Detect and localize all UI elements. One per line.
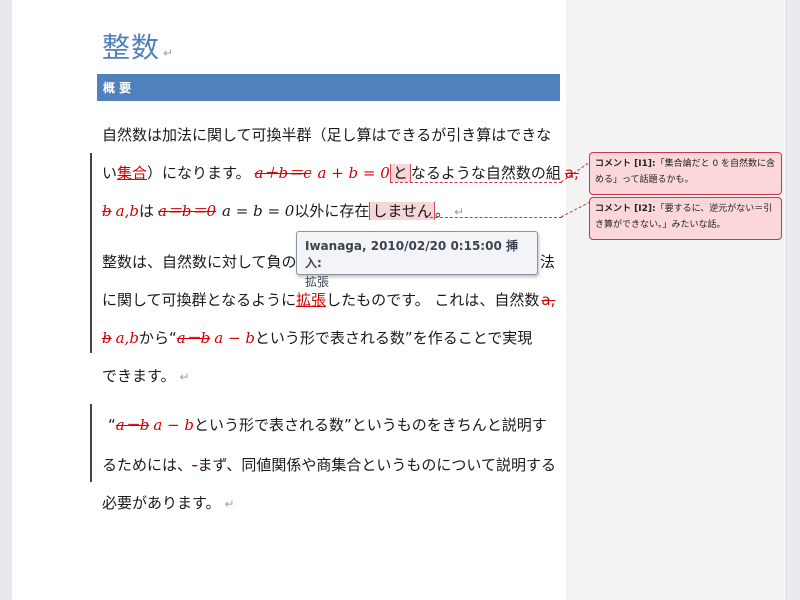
paragraph-mark-icon: ↵: [224, 497, 235, 511]
change-bar: [90, 404, 92, 482]
text-run: るためには、: [102, 456, 193, 474]
markup-area: [566, 0, 786, 600]
text-line-8[interactable]: “a－b a − bという形で表される数”というものをきちんと説明す: [102, 414, 547, 435]
text-line-6[interactable]: b a,bから“a－b a − bという形で表される数”を作ることで実現: [102, 327, 532, 348]
comment-balloon-2[interactable]: コメント [I2]:「要するに、逆元がない＝引き算ができない。」みたいな話。: [589, 197, 782, 240]
text-line-7[interactable]: できます。 ↵: [102, 365, 190, 386]
comment-connector-1-diagonal: [560, 161, 591, 183]
deleted-text[interactable]: b: [102, 202, 112, 220]
text-run: は: [138, 202, 154, 220]
text-run: ）になります。: [147, 164, 251, 182]
inserted-text[interactable]: 拡張: [296, 291, 326, 309]
deleted-text[interactable]: a＝b＝0: [158, 202, 216, 220]
text-run: 必要があります。: [102, 494, 221, 512]
text-run: から“: [138, 329, 177, 347]
inserted-math[interactable]: a − b: [214, 329, 255, 347]
comment-label: コメント [I2]:: [595, 204, 656, 214]
inserted-text[interactable]: 集合: [117, 164, 147, 182]
tooltip-header: Iwanaga, 2010/02/20 0:15:00 挿入:: [305, 239, 518, 270]
change-bar: [90, 153, 92, 353]
text-line-4[interactable]: 整数は、自然数に対して負の 法: [102, 251, 555, 272]
comment-connector-1: [390, 182, 562, 183]
text-line-3[interactable]: b a,bは a＝b＝0 a = b = 0以外に存在 しません。 ↵: [102, 200, 464, 221]
text-run: “: [108, 416, 116, 434]
text-run: まず、同値関係や商集合というものについて説明する: [197, 456, 556, 474]
text-run: 整数は、自然数に対して負の: [102, 253, 297, 271]
comment-connector-2: [425, 217, 562, 218]
inserted-math[interactable]: a + b = 0: [318, 164, 390, 182]
text-line-2[interactable]: い集合）になります。 a＋b＝c a + b = 0 となるような自然数の組 a,: [102, 162, 579, 183]
text-run: 法: [540, 253, 556, 271]
section-heading-text: 概 要: [103, 81, 132, 95]
text-line-10[interactable]: 必要があります。 ↵: [102, 492, 235, 513]
text-run: 以外に存在: [294, 202, 370, 220]
inserted-math[interactable]: a − b: [153, 416, 194, 434]
math-text: a = b = 0: [222, 202, 295, 220]
deleted-text[interactable]: a＋b＝c: [255, 164, 312, 182]
title-text: 整数: [102, 31, 161, 64]
comment-balloon-1[interactable]: コメント [I1]:「集合論だと 0 を自然数に含める」って話題るかも。: [589, 152, 782, 195]
text-run: い: [102, 164, 118, 182]
inserted-math[interactable]: a,b: [116, 329, 139, 347]
paragraph-mark-icon: ↵: [163, 46, 175, 60]
text-run: できます。: [102, 367, 176, 385]
vertical-scrollbar[interactable]: [786, 0, 800, 600]
text-run: という形で表される数”というものをきちんと説明す: [193, 416, 547, 434]
comment-connector-2-diagonal: [560, 201, 591, 218]
comment-anchor-1[interactable]: と: [389, 164, 411, 182]
revision-tooltip: Iwanaga, 2010/02/20 0:15:00 挿入: 拡張: [296, 231, 538, 289]
document-title[interactable]: 整数 ↵: [102, 26, 174, 66]
deleted-text[interactable]: a,: [541, 291, 555, 309]
paragraph-mark-icon: ↵: [179, 370, 190, 384]
deleted-text[interactable]: a－b: [177, 329, 211, 347]
text-run: 自然数は加法に関して可換半群（足し算はできるが引き算はできな: [102, 126, 552, 144]
text-line-5[interactable]: に関して可換群となるように拡張したものです。 これは、自然数 a,: [102, 289, 555, 310]
text-run: したものです。 これは、自然数: [326, 291, 540, 309]
tooltip-body: 拡張: [305, 275, 330, 289]
comment-label: コメント [I1]:: [595, 159, 656, 169]
section-heading[interactable]: 概 要: [97, 74, 560, 101]
text-line-1[interactable]: 自然数は加法に関して可換半群（足し算はできるが引き算はできな: [102, 124, 551, 145]
text-line-9[interactable]: るためには、-まず、同値関係や商集合というものについて説明する: [102, 454, 556, 475]
text-run: という形で表される数”を作ることで実現: [254, 329, 533, 347]
deleted-text[interactable]: b: [102, 329, 112, 347]
text-run: なるような自然数の組: [410, 164, 561, 182]
inserted-math[interactable]: a,b: [116, 202, 139, 220]
deleted-text[interactable]: a－b: [116, 416, 150, 434]
text-run: に関して可換群となるように: [102, 291, 297, 309]
word-window: 整数 ↵ 概 要 自然数は加法に関して可換半群（足し算はできるが引き算はできな い…: [0, 0, 800, 600]
